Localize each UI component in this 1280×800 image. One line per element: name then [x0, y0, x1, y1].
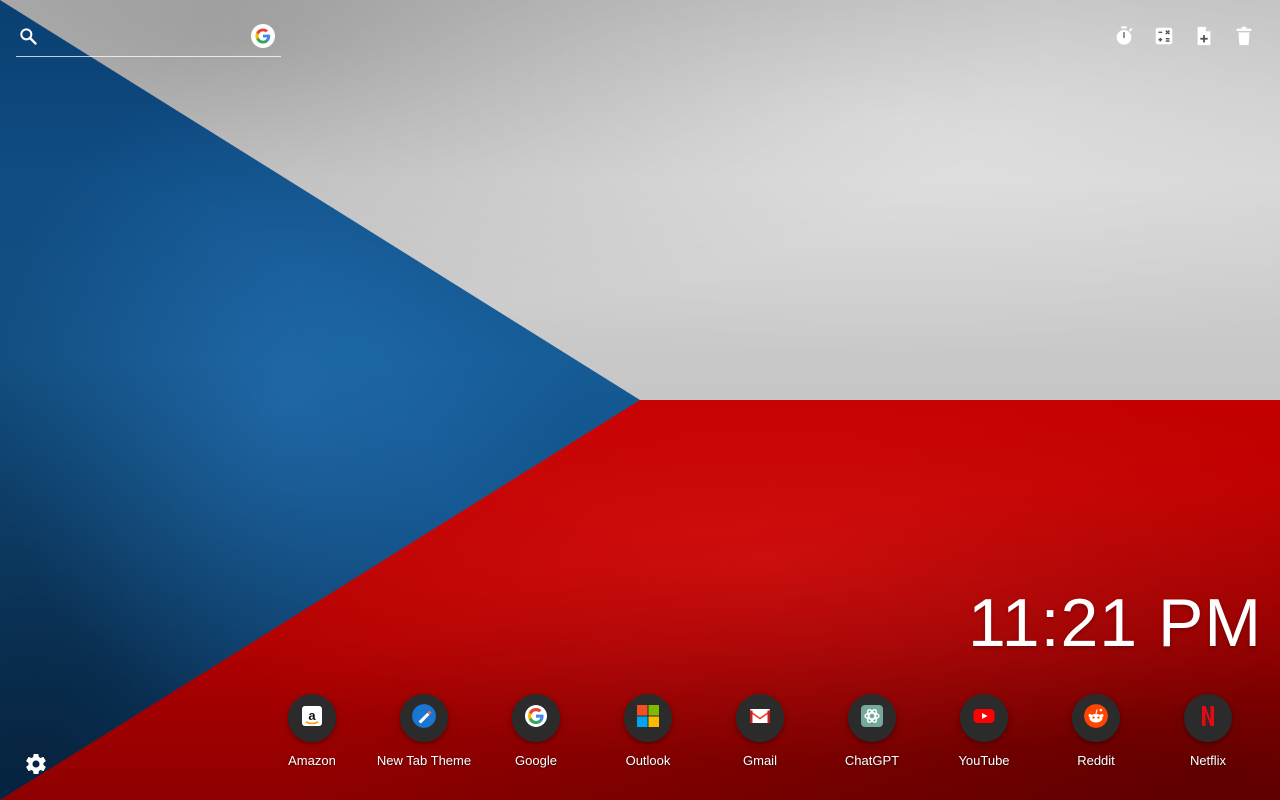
- shortcut-label: New Tab Theme: [376, 753, 472, 768]
- toolbar: [1112, 24, 1256, 48]
- search-input[interactable]: [46, 24, 250, 52]
- svg-text:a: a: [308, 708, 316, 723]
- outlook-icon: [636, 704, 660, 733]
- shortcut-gmail[interactable]: Gmail: [704, 694, 816, 768]
- google-icon[interactable]: [251, 24, 275, 48]
- shortcut-label: Amazon: [288, 753, 336, 768]
- clock: 11:21 PM: [967, 585, 1262, 661]
- add-note-icon[interactable]: [1192, 24, 1216, 48]
- amazon-icon: a: [300, 704, 324, 733]
- calculator-icon[interactable]: [1152, 24, 1176, 48]
- shortcut-outlook[interactable]: Outlook: [592, 694, 704, 768]
- gmail-icon: [748, 704, 772, 733]
- trash-icon[interactable]: [1232, 24, 1256, 48]
- shortcut-bar: a Amazon New Tab Theme Google Outlook Gm…: [256, 694, 1264, 768]
- shortcut-chatgpt[interactable]: ChatGPT: [816, 694, 928, 768]
- shortcut-google[interactable]: Google: [480, 694, 592, 768]
- shortcut-amazon[interactable]: a Amazon: [256, 694, 368, 768]
- youtube-icon: [972, 704, 996, 733]
- shortcut-label: Gmail: [743, 753, 777, 768]
- shortcut-label: Reddit: [1077, 753, 1115, 768]
- netflix-icon: [1196, 704, 1220, 733]
- reddit-icon: [1083, 703, 1109, 734]
- new-tab-theme-icon: [411, 703, 437, 734]
- shortcut-new-tab-theme[interactable]: New Tab Theme: [368, 694, 480, 768]
- shortcut-label: Netflix: [1189, 753, 1227, 768]
- shortcut-netflix[interactable]: Netflix: [1152, 694, 1264, 768]
- gear-icon[interactable]: [24, 752, 48, 776]
- shortcut-label: Outlook: [625, 753, 671, 768]
- new-tab-page: 11:21 PM a Amazon New Tab Theme Google O…: [0, 0, 1280, 800]
- shortcut-label: YouTube: [958, 753, 1010, 768]
- chatgpt-icon: [860, 704, 884, 733]
- shortcut-youtube[interactable]: YouTube: [928, 694, 1040, 768]
- search-icon[interactable]: [18, 26, 38, 46]
- shortcut-reddit[interactable]: Reddit: [1040, 694, 1152, 768]
- search-bar: [16, 20, 281, 57]
- shortcut-label: Google: [515, 753, 557, 768]
- timer-icon[interactable]: [1112, 24, 1136, 48]
- google-icon: [524, 704, 548, 733]
- shortcut-label: ChatGPT: [844, 753, 900, 768]
